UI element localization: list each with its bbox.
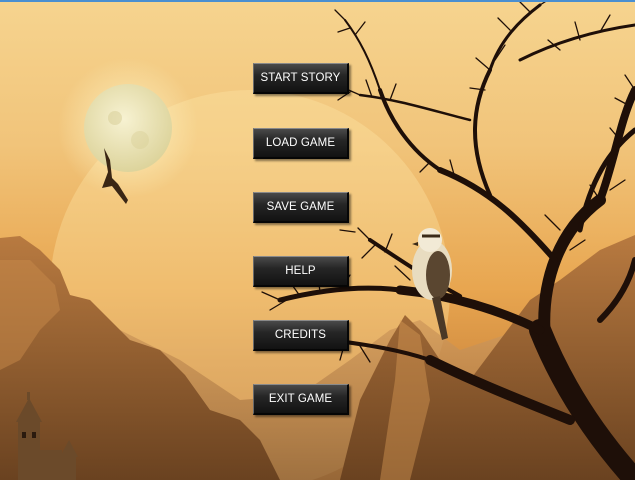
credits-button[interactable]: CREDITS bbox=[253, 320, 349, 351]
load-game-button[interactable]: LOAD GAME bbox=[253, 128, 349, 159]
main-menu-screen: START STORY LOAD GAME SAVE GAME HELP CRE… bbox=[0, 0, 635, 480]
help-button[interactable]: HELP bbox=[253, 256, 349, 287]
save-game-button[interactable]: SAVE GAME bbox=[253, 192, 349, 223]
start-story-button[interactable]: START STORY bbox=[253, 63, 349, 94]
exit-game-button[interactable]: EXIT GAME bbox=[253, 384, 349, 415]
moon bbox=[58, 58, 198, 198]
window-top-strip bbox=[0, 0, 635, 2]
